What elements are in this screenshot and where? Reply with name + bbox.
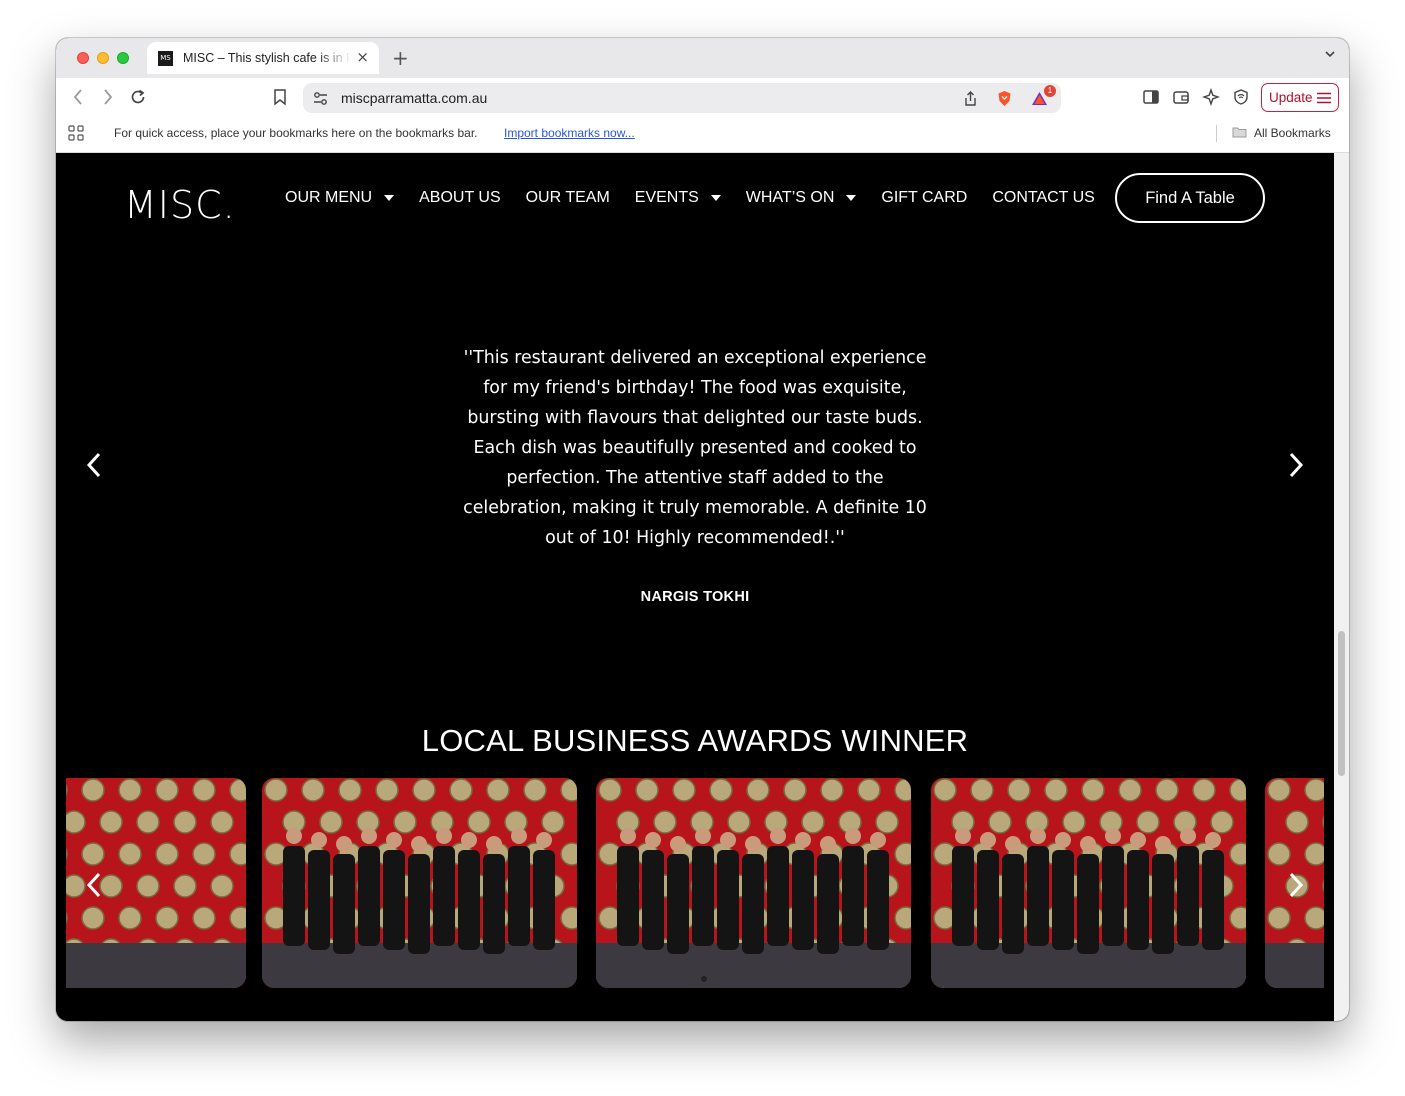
- reload-icon: [131, 89, 145, 104]
- update-button[interactable]: Update: [1261, 83, 1339, 112]
- award-photo-team-1: [262, 778, 577, 988]
- award-photo-graphic: [931, 778, 1246, 988]
- back-button[interactable]: [68, 87, 88, 107]
- bookmark-icon: [274, 89, 286, 106]
- carousel-dot[interactable]: [701, 976, 707, 982]
- award-photo-graphic: [262, 778, 577, 988]
- bookmarks-hint-text: For quick access, place your bookmarks h…: [114, 126, 478, 140]
- tab-title: MISC – This stylish cafe is in Parramatt…: [183, 51, 351, 65]
- new-tab-plus-icon[interactable]: +: [392, 46, 409, 70]
- tab-list-chevron-icon[interactable]: [1325, 49, 1335, 59]
- reload-button[interactable]: [128, 87, 148, 107]
- scrollbar-thumb[interactable]: [1338, 631, 1345, 776]
- nav-item-gift-card[interactable]: GIFT CARD: [881, 189, 967, 207]
- browser-toolbar: miscparramatta.com.au 1 Update: [56, 78, 1349, 116]
- nav-item-label: WHAT’S ON: [745, 189, 835, 206]
- nav-item-what-s-on[interactable]: WHAT’S ON: [746, 189, 857, 207]
- update-label: Update: [1269, 90, 1313, 105]
- vpn-shield-icon[interactable]: [1232, 88, 1250, 106]
- all-bookmarks-button[interactable]: All Bookmarks: [1254, 126, 1331, 140]
- web-page: MISC. OUR MENU ABOUT US OUR TEAM EVENTS WHAT…: [56, 153, 1334, 1021]
- nav-item-events[interactable]: EVENTS: [635, 189, 721, 207]
- nav-item-contact-us[interactable]: CONTACT US: [992, 189, 1095, 207]
- apps-grid-icon[interactable]: [68, 125, 84, 141]
- browser-window: MS MISC – This stylish cafe is in Parram…: [56, 38, 1349, 1021]
- bookmarks-divider: [1216, 125, 1217, 142]
- tab-strip: MS MISC – This stylish cafe is in Parram…: [56, 38, 1349, 78]
- forward-arrow-icon: [104, 89, 113, 105]
- sidebar-toggle-icon[interactable]: [1142, 88, 1160, 106]
- nav-item-label: EVENTS: [634, 189, 699, 206]
- rewards-badge: 1: [1044, 85, 1056, 97]
- import-bookmarks-link[interactable]: Import bookmarks now...: [504, 126, 635, 140]
- share-icon[interactable]: [962, 90, 979, 107]
- nav-item-label: OUR MENU: [285, 189, 373, 206]
- browser-tab-active[interactable]: MS MISC – This stylish cafe is in Parram…: [147, 42, 379, 74]
- maximize-window-button[interactable]: [117, 52, 129, 64]
- nav-item-label: CONTACT US: [992, 189, 1095, 206]
- site-logo[interactable]: MISC.: [124, 183, 236, 227]
- close-tab-icon[interactable]: ×: [356, 48, 369, 66]
- awards-heading: LOCAL BUSINESS AWARDS WINNER: [421, 723, 969, 758]
- testimonial-next-arrow-icon[interactable]: [1286, 451, 1306, 479]
- minimize-window-button[interactable]: [97, 52, 109, 64]
- forward-button[interactable]: [98, 87, 118, 107]
- carousel-next-arrow-icon[interactable]: [1286, 871, 1306, 899]
- nav-item-label: ABOUT US: [419, 189, 501, 206]
- award-photo-graphic: [596, 778, 911, 988]
- menu-hamburger-icon: [1317, 92, 1331, 104]
- carousel-prev-arrow-icon[interactable]: [84, 871, 104, 899]
- caret-down-icon: [384, 195, 395, 201]
- caret-down-icon: [710, 195, 721, 201]
- bookmark-button[interactable]: [270, 87, 290, 107]
- address-bar[interactable]: miscparramatta.com.au 1: [303, 83, 1061, 113]
- awards-carousel: [66, 778, 1324, 990]
- url-text: miscparramatta.com.au: [341, 90, 488, 106]
- nav-item-about-us[interactable]: ABOUT US: [419, 189, 501, 207]
- testimonial-quote: ''This restaurant delivered an exception…: [463, 348, 927, 548]
- site-settings-icon[interactable]: [312, 90, 329, 107]
- main-navigation: OUR MENU ABOUT US OUR TEAM EVENTS WHAT’S ON G…: [285, 189, 1120, 207]
- nav-item-label: OUR TEAM: [525, 189, 610, 206]
- nav-item-our-menu[interactable]: OUR MENU: [285, 189, 395, 207]
- find-a-table-button[interactable]: Find A Table: [1115, 173, 1265, 223]
- brave-shields-icon[interactable]: [996, 90, 1013, 107]
- testimonial-prev-arrow-icon[interactable]: [84, 451, 104, 479]
- testimonial-author: NARGIS TOKHI: [640, 589, 750, 605]
- award-photo-team-3: [931, 778, 1246, 988]
- nav-item-our-team[interactable]: OUR TEAM: [526, 189, 610, 207]
- nav-item-label: GIFT CARD: [881, 189, 968, 206]
- leo-ai-icon[interactable]: [1202, 88, 1220, 106]
- bookmarks-bar: For quick access, place your bookmarks h…: [56, 116, 1349, 153]
- site-favicon-icon: MS: [158, 50, 173, 66]
- caret-down-icon: [846, 195, 857, 201]
- close-window-button[interactable]: [77, 52, 89, 64]
- award-photo-team-2: [596, 778, 911, 988]
- wallet-icon[interactable]: [1172, 88, 1190, 106]
- page-scrollbar[interactable]: [1334, 153, 1349, 1021]
- folder-icon: [1232, 127, 1247, 138]
- back-arrow-icon: [73, 89, 82, 105]
